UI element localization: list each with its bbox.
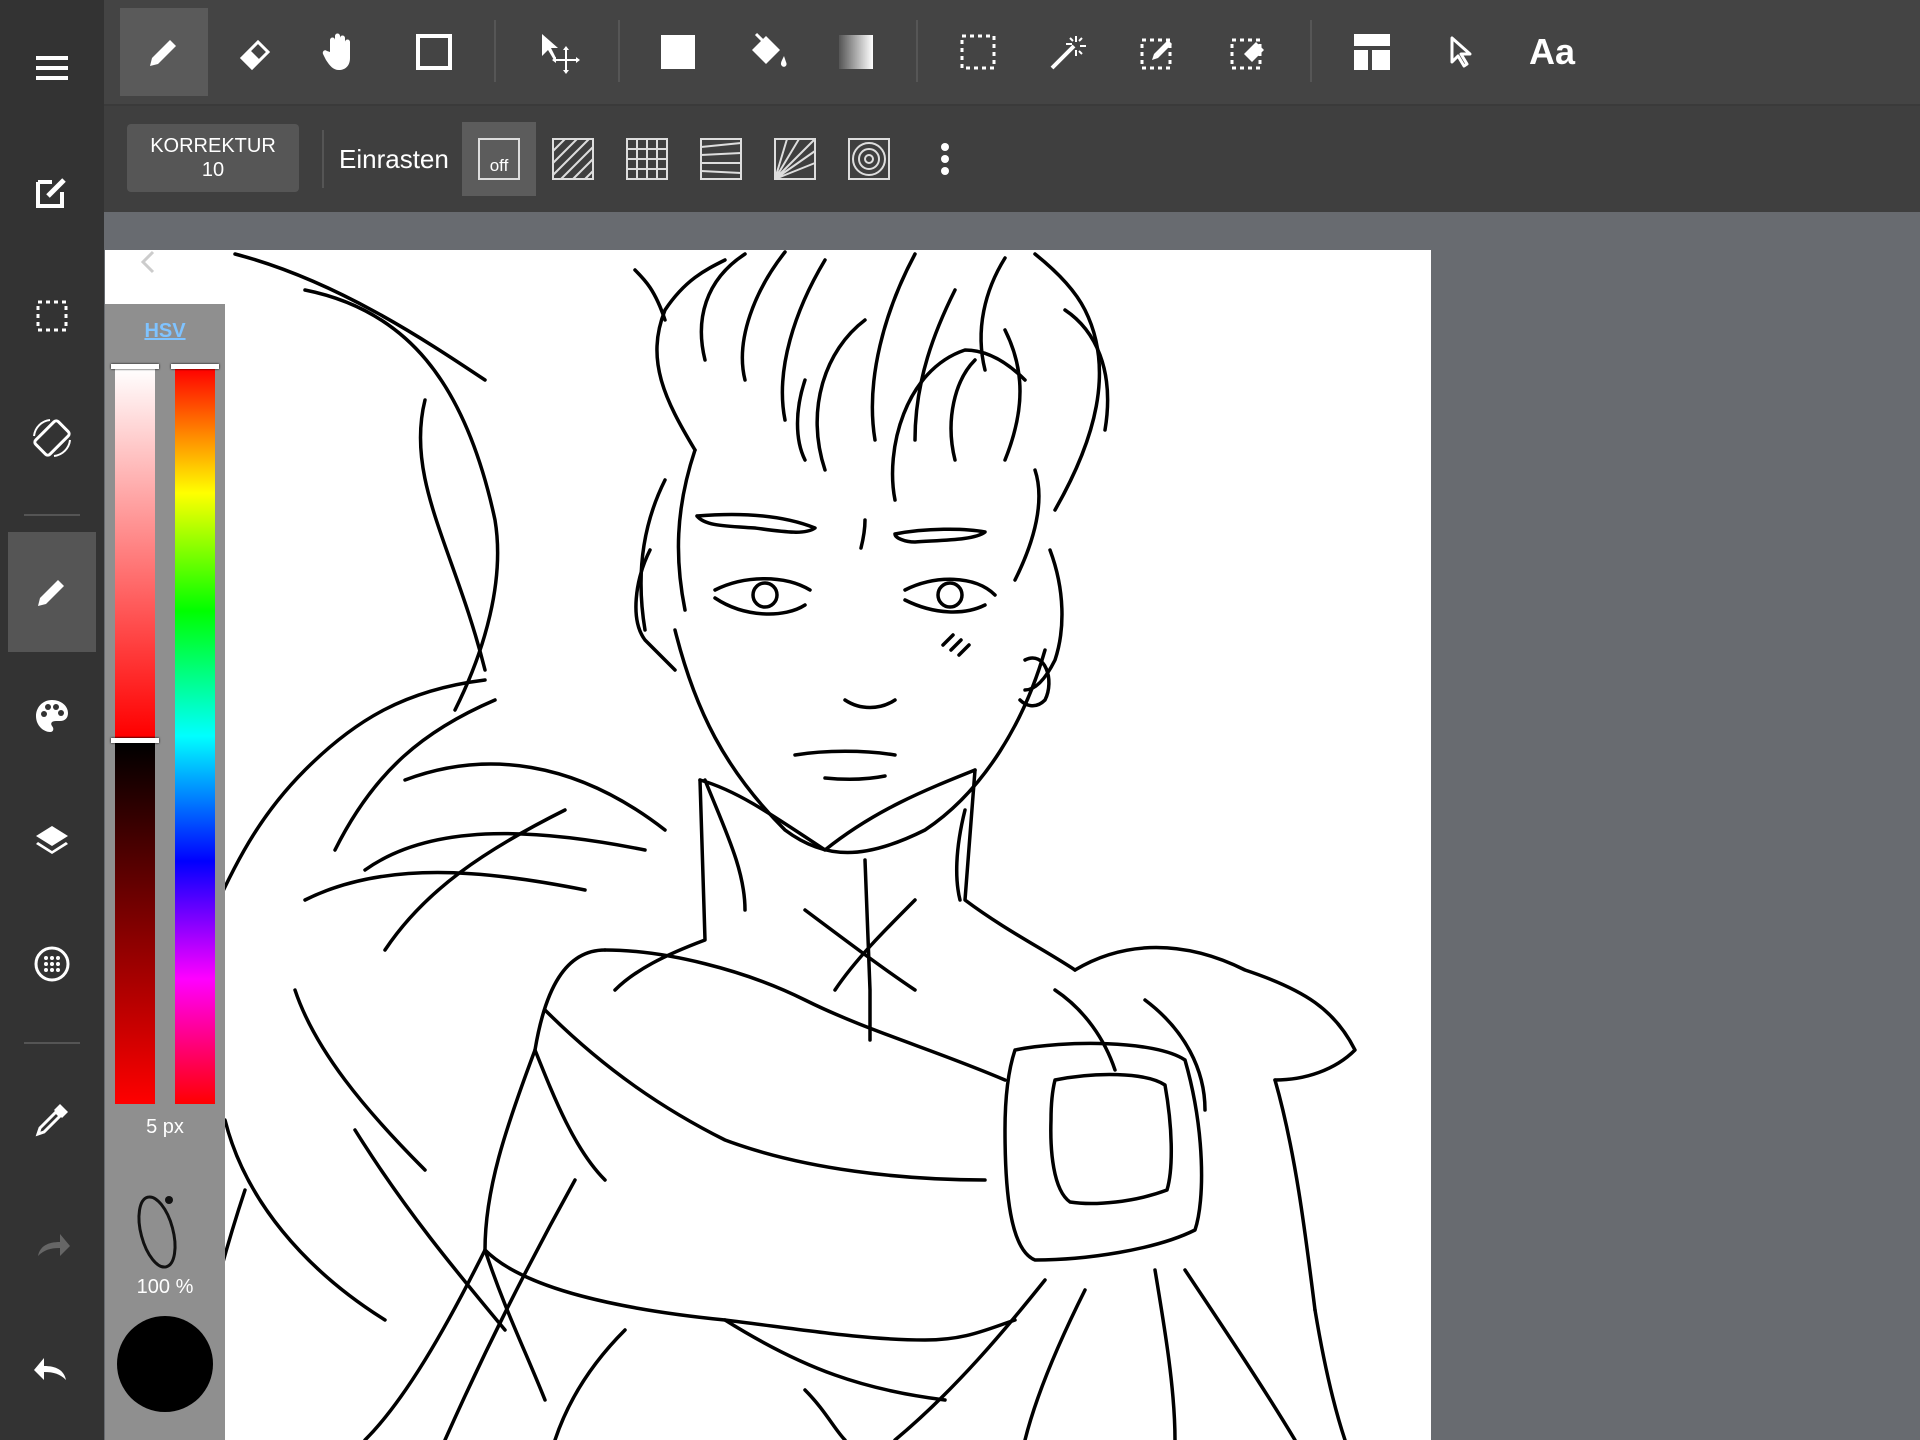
palette-button[interactable] [8, 656, 96, 776]
brush-shape-icon [137, 1195, 177, 1269]
snap-label: Einrasten [339, 144, 449, 174]
saturation-marker[interactable] [111, 364, 159, 369]
snap-perspective-button[interactable] [684, 122, 758, 196]
perspective-lines-icon [700, 138, 742, 180]
redo-button[interactable] [8, 1186, 96, 1306]
correction-value: 10 [201, 159, 225, 181]
collapse-panel-icon[interactable] [139, 250, 159, 274]
opacity-label[interactable]: 100 % [105, 1276, 225, 1299]
gradient-tool[interactable] [812, 8, 900, 96]
pointer-icon [1450, 36, 1472, 68]
eraser-tool[interactable] [210, 8, 298, 96]
eraser-icon [239, 39, 271, 71]
eyedropper-button[interactable] [8, 1060, 96, 1180]
more-vert-icon [941, 143, 949, 175]
select-eraser-icon [1230, 38, 1264, 70]
value-marker[interactable] [111, 738, 159, 743]
pen-tool[interactable] [120, 8, 208, 96]
text-tool[interactable]: Aa [1508, 8, 1596, 96]
layers-icon [36, 826, 68, 854]
grid-button[interactable] [8, 904, 96, 1024]
select-pen-tool[interactable] [1114, 8, 1202, 96]
selection-icon [36, 300, 68, 332]
move-tool[interactable] [514, 8, 602, 96]
fill-rectangle-icon [661, 35, 695, 69]
concentric-circles-icon [848, 138, 890, 180]
magic-wand-icon [1050, 36, 1086, 70]
saturation-value-slider[interactable] [115, 368, 155, 1104]
hsv-mode-link[interactable]: HSV [105, 320, 225, 343]
snap-concentric-button[interactable] [832, 122, 906, 196]
shape-square-icon [416, 34, 452, 70]
select-rectangle-icon [960, 34, 996, 70]
select-eraser-tool[interactable] [1204, 8, 1292, 96]
radial-lines-icon [774, 138, 816, 180]
gradient-icon [839, 35, 873, 69]
color-panel: HSV 5 px 100 % [105, 304, 225, 1440]
undo-icon [34, 1358, 66, 1380]
snap-off-icon: off [478, 138, 520, 180]
pen-icon [150, 40, 176, 66]
drawing-canvas[interactable] [105, 250, 1431, 1440]
shape-tool[interactable] [390, 8, 478, 96]
select-pen-icon [1140, 38, 1172, 70]
snap-radial-button[interactable] [758, 122, 832, 196]
tool-options-bar: KORREKTUR 10 Einrasten off [104, 106, 1920, 212]
pen-icon [38, 580, 64, 606]
hue-marker[interactable] [171, 364, 219, 369]
rotate-screen-button[interactable] [8, 378, 96, 498]
parallel-lines-icon [552, 138, 594, 180]
magic-wand-tool[interactable] [1024, 8, 1112, 96]
snap-off-label: off [489, 156, 509, 175]
eyedropper-icon [35, 1104, 68, 1137]
snap-grid-button[interactable] [610, 122, 684, 196]
correction-label: KORREKTUR [150, 135, 276, 157]
grid-dots-icon [34, 946, 70, 982]
fill-rect-tool[interactable] [634, 8, 722, 96]
text-tool-label: Aa [1528, 31, 1576, 72]
layers-button[interactable] [8, 780, 96, 900]
correction-button[interactable]: KORREKTUR 10 [127, 124, 299, 192]
frame-divider-icon [1354, 34, 1390, 70]
menu-icon [36, 56, 68, 80]
current-color-swatch[interactable] [117, 1316, 213, 1412]
snap-parallel-button[interactable] [536, 122, 610, 196]
select-rect-tool[interactable] [934, 8, 1022, 96]
move-icon [542, 34, 580, 74]
pen-tool-button[interactable] [8, 532, 96, 652]
line-art-drawing [143, 250, 1357, 1440]
edit-button[interactable] [8, 132, 96, 252]
edit-icon [36, 178, 66, 208]
undo-button[interactable] [8, 1310, 96, 1430]
hand-icon [322, 33, 350, 70]
hue-slider[interactable] [175, 368, 215, 1104]
more-options-button[interactable] [908, 122, 982, 196]
bucket-icon [752, 32, 787, 67]
snap-off-button[interactable]: off [462, 122, 536, 196]
rotate-screen-icon [33, 419, 71, 457]
hand-tool[interactable] [296, 8, 384, 96]
redo-icon [38, 1234, 70, 1256]
selection-button[interactable] [8, 256, 96, 376]
menu-button[interactable] [8, 8, 96, 128]
frame-divider-tool[interactable] [1328, 8, 1416, 96]
bucket-tool[interactable] [724, 8, 812, 96]
main-toolbar: Aa [104, 0, 1920, 106]
palette-icon [36, 700, 68, 732]
pointer-tool[interactable] [1418, 8, 1506, 96]
grid-icon [626, 138, 668, 180]
brush-size-label[interactable]: 5 px [105, 1116, 225, 1139]
left-toolbar [0, 0, 104, 1440]
